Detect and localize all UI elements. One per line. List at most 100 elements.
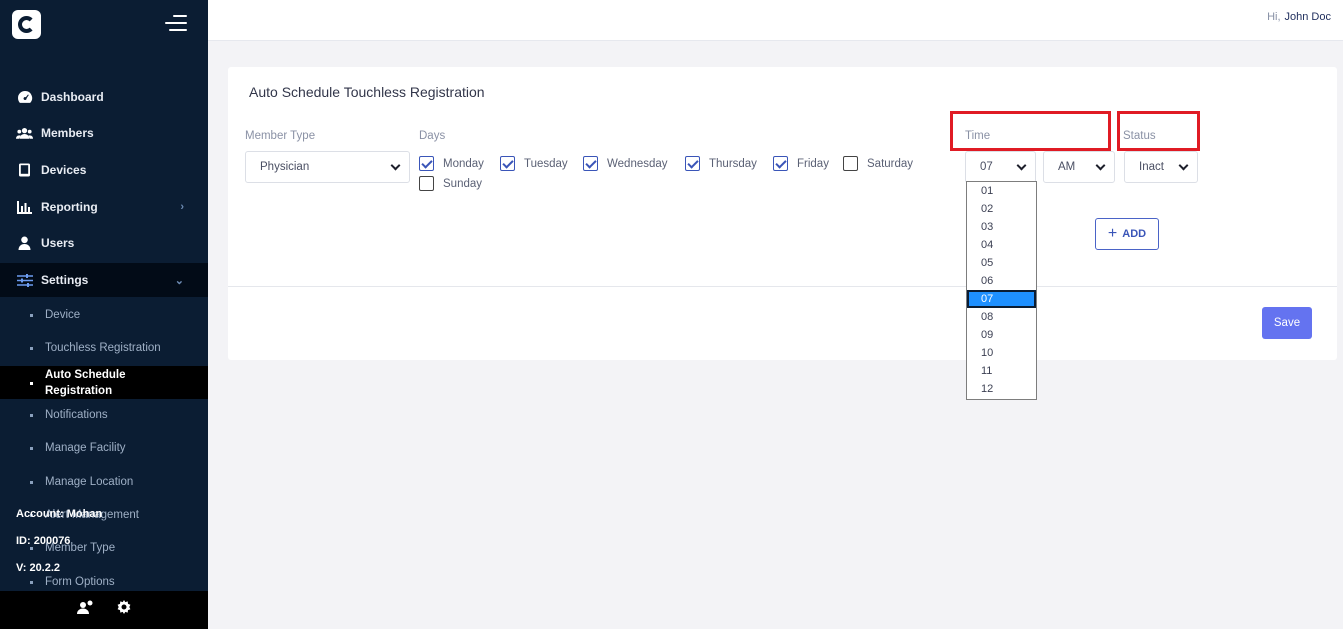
hour-option[interactable]: 03 (967, 218, 1036, 236)
hour-option[interactable]: 01 (967, 182, 1036, 200)
hour-option[interactable]: 12 (967, 380, 1036, 398)
hour-option[interactable]: 09 (967, 326, 1036, 344)
checkbox-checked-icon (583, 156, 598, 171)
hour-option-selected[interactable]: 07 (967, 290, 1036, 308)
chevron-down-icon (1095, 160, 1106, 171)
top-bar: Hi, John Doc (208, 0, 1343, 41)
subitem-label: Touchless Registration (45, 342, 161, 354)
sidebar-item-dashboard[interactable]: Dashboard (0, 80, 208, 114)
checkbox-checked-icon (419, 156, 434, 171)
subitem-label: Manage Facility (45, 442, 126, 454)
day-label: Friday (797, 157, 829, 170)
sidebar-footer (0, 591, 208, 629)
sidebar-subitem-notifications[interactable]: Notifications (0, 404, 208, 426)
checkbox-checked-icon (685, 156, 700, 171)
hour-option[interactable]: 10 (967, 344, 1036, 362)
page-title: Auto Schedule Touchless Registration (249, 84, 485, 100)
gear-icon[interactable] (116, 599, 132, 621)
sidebar-item-reporting[interactable]: Reporting › (0, 190, 208, 224)
save-button[interactable]: Save (1262, 307, 1312, 339)
sliders-icon (16, 273, 33, 287)
days-label: Days (419, 130, 446, 142)
day-wednesday-checkbox[interactable]: Wednesday (583, 156, 668, 171)
sidebar-item-devices[interactable]: Devices (0, 153, 208, 187)
sidebar-item-label: Dashboard (41, 90, 104, 104)
hour-option[interactable]: 08 (967, 308, 1036, 326)
members-icon (16, 126, 33, 140)
checkbox-checked-icon (773, 156, 788, 171)
user-greeting[interactable]: Hi, John Doc (1267, 11, 1331, 23)
status-select[interactable]: Inact (1124, 151, 1198, 183)
chevron-down-icon (1178, 160, 1189, 171)
day-label: Thursday (709, 157, 757, 170)
account-name: Account: Mohan (16, 508, 103, 520)
hour-option[interactable]: 05 (967, 254, 1036, 272)
sidebar-item-label: Users (41, 236, 75, 250)
hour-value: 07 (980, 161, 993, 173)
sidebar-item-label: Devices (41, 163, 87, 177)
checkbox-empty-icon (843, 156, 858, 171)
subitem-label: Notifications (45, 409, 108, 421)
day-saturday-checkbox[interactable]: Saturday (843, 156, 913, 171)
dashboard-icon (16, 90, 33, 104)
sidebar-item-label: Settings (41, 273, 89, 287)
day-friday-checkbox[interactable]: Friday (773, 156, 829, 171)
member-type-select[interactable]: Physician (245, 151, 410, 183)
subitem-label: Auto Schedule Registration (45, 368, 126, 397)
app-logo[interactable] (12, 10, 41, 39)
greeting-text: Hi, (1267, 11, 1281, 23)
user-icon (16, 236, 33, 250)
sidebar-item-settings[interactable]: Settings ⌄ (0, 263, 208, 297)
sidebar-subitem-form-options[interactable]: Form Options (0, 571, 208, 593)
checkbox-empty-icon (419, 176, 434, 191)
chevron-down-icon (1016, 160, 1027, 171)
subitem-label: Device (45, 309, 81, 321)
chevron-down-icon (390, 160, 401, 171)
menu-toggle-icon[interactable] (165, 14, 187, 32)
checkbox-checked-icon (500, 156, 515, 171)
hour-option[interactable]: 04 (967, 236, 1036, 254)
chart-icon (16, 200, 33, 214)
support-icon[interactable] (76, 600, 94, 620)
chevron-down-icon: ⌄ (174, 274, 184, 287)
sidebar-subitem-touchless-registration[interactable]: Touchless Registration (0, 337, 208, 359)
day-label: Sunday (443, 177, 483, 190)
hour-option[interactable]: 06 (967, 272, 1036, 290)
sidebar-subitem-manage-facility[interactable]: Manage Facility (0, 437, 208, 459)
day-thursday-checkbox[interactable]: Thursday (685, 156, 757, 171)
day-label: Tuesday (524, 157, 568, 170)
section-divider (228, 286, 1337, 287)
ampm-select[interactable]: AM (1043, 151, 1115, 183)
sidebar-item-members[interactable]: Members (0, 116, 208, 150)
sidebar-subitem-manage-location[interactable]: Manage Location (0, 471, 208, 493)
account-id: ID: 200076 (16, 535, 71, 547)
day-label: Monday (443, 157, 484, 170)
tablet-icon (16, 163, 33, 177)
add-label: ADD (1122, 228, 1147, 240)
day-tuesday-checkbox[interactable]: Tuesday (500, 156, 568, 171)
add-button[interactable]: + ADD (1095, 218, 1159, 250)
plus-icon: + (1107, 225, 1118, 242)
subitem-label: Form Options (45, 576, 115, 588)
user-name: John Doc (1284, 11, 1331, 23)
sidebar-item-users[interactable]: Users (0, 226, 208, 260)
subitem-label: Manage Location (45, 476, 134, 488)
hour-option[interactable]: 11 (967, 362, 1036, 380)
day-label: Saturday (867, 157, 914, 170)
hour-select[interactable]: 07 (965, 151, 1036, 183)
ampm-value: AM (1058, 161, 1076, 173)
day-label: Wednesday (607, 157, 668, 170)
sidebar-subitem-device[interactable]: Device (0, 304, 208, 326)
member-type-label: Member Type (245, 130, 316, 142)
chevron-right-icon: › (180, 201, 184, 213)
app-version: V: 20.2.2 (16, 562, 61, 574)
hour-dropdown-list: 01 02 03 04 05 06 07 08 09 10 11 12 (966, 181, 1037, 400)
sidebar-subitem-auto-schedule[interactable]: Auto Schedule Registration (0, 366, 208, 399)
day-monday-checkbox[interactable]: Monday (419, 156, 484, 171)
status-highlight-box (1117, 111, 1200, 151)
day-sunday-checkbox[interactable]: Sunday (419, 176, 482, 191)
hour-option[interactable]: 02 (967, 200, 1036, 218)
member-type-value: Physician (260, 161, 310, 173)
sidebar-item-label: Members (41, 126, 94, 140)
sidebar: Dashboard Members Devices Reporting › Us… (0, 0, 208, 629)
